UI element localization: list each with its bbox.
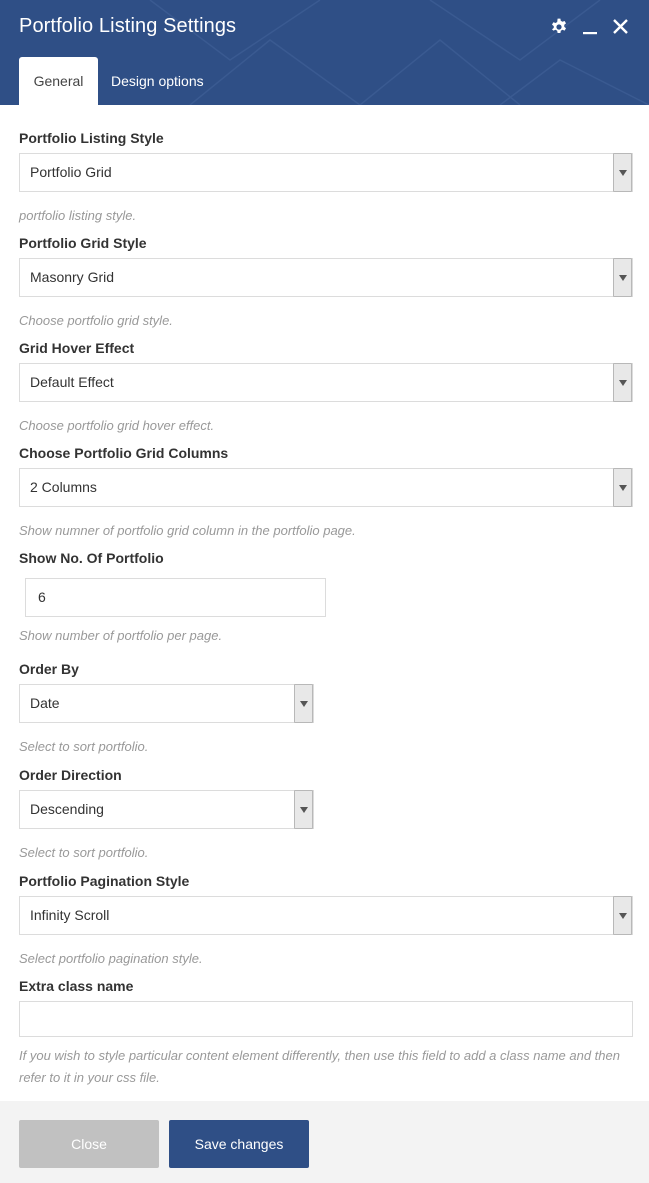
listing-style-value: Portfolio Grid — [30, 164, 112, 180]
order-direction-select[interactable]: Descending — [19, 790, 314, 829]
order-by-value: Date — [30, 695, 60, 711]
order-by-label: Order By — [19, 661, 79, 677]
portfolio-count-label: Show No. Of Portfolio — [19, 550, 164, 566]
field-extra-class: Extra class name If you wish to style pa… — [19, 976, 633, 1089]
hover-effect-help: Choose portfolio grid hover effect. — [19, 418, 215, 433]
chevron-down-icon[interactable] — [294, 684, 313, 723]
pagination-style-value: Infinity Scroll — [30, 907, 110, 923]
grid-columns-select[interactable]: 2 Columns — [19, 468, 633, 507]
chevron-down-icon[interactable] — [613, 153, 632, 192]
field-portfolio-count: Show No. Of Portfolio 6 Show number of p… — [19, 548, 633, 646]
order-by-select[interactable]: Date — [19, 684, 314, 723]
gear-icon[interactable] — [549, 17, 569, 37]
minimize-icon[interactable] — [581, 17, 601, 37]
listing-style-select[interactable]: Portfolio Grid — [19, 153, 633, 192]
order-direction-value: Descending — [30, 801, 104, 817]
save-changes-button[interactable]: Save changes — [169, 1120, 309, 1168]
listing-style-help: portfolio listing style. — [19, 208, 137, 223]
extra-class-input[interactable] — [19, 1001, 633, 1037]
tab-design-options[interactable]: Design options — [98, 57, 217, 105]
chevron-down-icon[interactable] — [294, 790, 313, 829]
chevron-down-icon[interactable] — [613, 363, 632, 402]
order-direction-label: Order Direction — [19, 767, 122, 783]
field-hover-effect: Grid Hover Effect Default Effect Choose … — [19, 338, 633, 436]
extra-class-help: If you wish to style particular content … — [19, 1048, 620, 1085]
close-button[interactable]: Close — [19, 1120, 159, 1168]
extra-class-label: Extra class name — [19, 978, 134, 994]
listing-style-label: Portfolio Listing Style — [19, 130, 164, 146]
grid-style-label: Portfolio Grid Style — [19, 235, 147, 251]
modal-title: Portfolio Listing Settings — [19, 15, 237, 37]
field-order-direction: Order Direction Descending Select to sor… — [19, 765, 314, 863]
hover-effect-label: Grid Hover Effect — [19, 340, 135, 356]
field-order-by: Order By Date Select to sort portfolio. — [19, 659, 314, 757]
order-by-help: Select to sort portfolio. — [19, 739, 149, 754]
tab-general[interactable]: General — [19, 57, 98, 105]
portfolio-count-input[interactable]: 6 — [25, 578, 326, 617]
chevron-down-icon[interactable] — [613, 896, 632, 935]
modal-footer: Close Save changes — [0, 1101, 649, 1183]
grid-style-select[interactable]: Masonry Grid — [19, 258, 633, 297]
grid-columns-value: 2 Columns — [30, 479, 97, 495]
field-grid-columns: Choose Portfolio Grid Columns 2 Columns … — [19, 443, 633, 541]
chevron-down-icon[interactable] — [613, 468, 632, 507]
portfolio-count-help: Show number of portfolio per page. — [19, 628, 223, 643]
pagination-style-label: Portfolio Pagination Style — [19, 873, 190, 889]
order-direction-help: Select to sort portfolio. — [19, 845, 149, 860]
modal-header: Portfolio Listing Settings General Desig… — [0, 0, 649, 105]
chevron-down-icon[interactable] — [613, 258, 632, 297]
grid-columns-help: Show numner of portfolio grid column in … — [19, 523, 356, 538]
field-grid-style: Portfolio Grid Style Masonry Grid Choose… — [19, 233, 633, 331]
grid-style-value: Masonry Grid — [30, 269, 115, 285]
pagination-style-help: Select portfolio pagination style. — [19, 951, 203, 966]
pagination-style-select[interactable]: Infinity Scroll — [19, 896, 633, 935]
grid-style-help: Choose portfolio grid style. — [19, 313, 173, 328]
field-pagination-style: Portfolio Pagination Style Infinity Scro… — [19, 871, 633, 969]
field-listing-style: Portfolio Listing Style Portfolio Grid p… — [19, 128, 633, 226]
close-icon[interactable] — [611, 17, 631, 37]
hover-effect-select[interactable]: Default Effect — [19, 363, 633, 402]
grid-columns-label: Choose Portfolio Grid Columns — [19, 445, 229, 461]
hover-effect-value: Default Effect — [30, 374, 114, 390]
